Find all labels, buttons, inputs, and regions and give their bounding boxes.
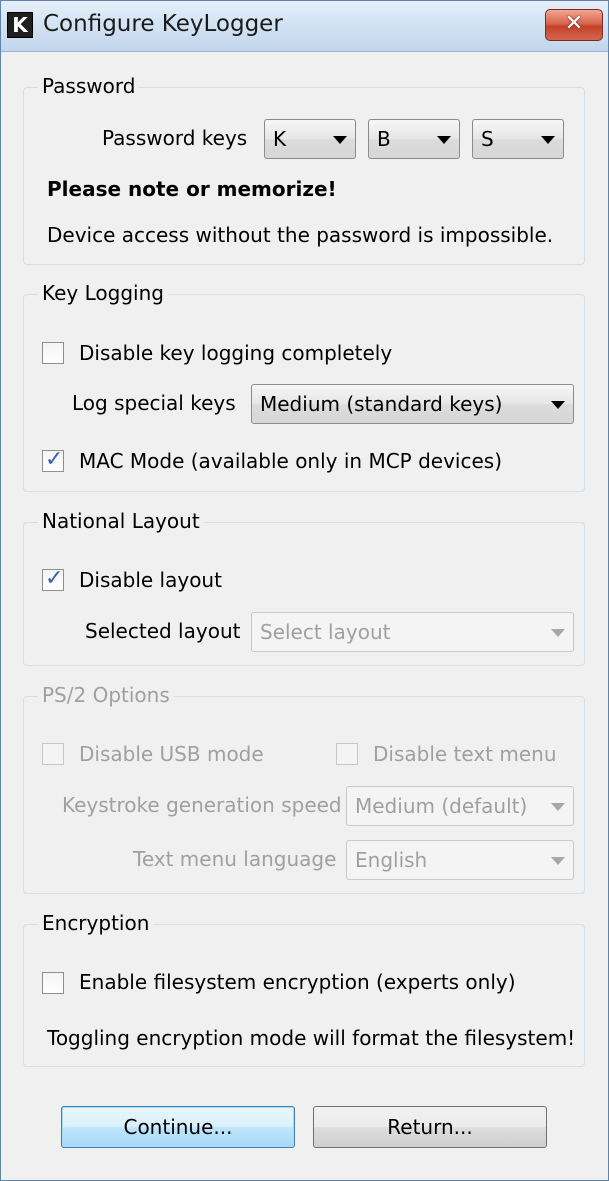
check-icon: ✓ — [45, 447, 64, 472]
keystroke-speed-select[interactable]: Medium (default) — [346, 786, 574, 826]
text-menu-language-label: Text menu language — [133, 847, 337, 871]
password-key-3-value: S — [481, 127, 494, 151]
disable-layout-label[interactable]: Disable layout — [79, 567, 222, 593]
selected-layout-select[interactable]: Select layout — [251, 612, 574, 652]
configure-keylogger-window: K Configure KeyLogger ✕ Password Passwor… — [0, 0, 609, 1181]
keystroke-speed-label: Keystroke generation speed — [62, 793, 342, 817]
chevron-down-icon — [551, 857, 565, 865]
enable-encryption-label[interactable]: Enable filesystem encryption (experts on… — [79, 969, 516, 995]
ps2-options-group: PS/2 Options Disable USB mode Disable te… — [23, 682, 585, 894]
chevron-down-icon — [333, 136, 347, 144]
password-note: Please note or memorize! — [47, 177, 337, 201]
log-special-keys-label: Log special keys — [72, 391, 236, 415]
password-key-3-select[interactable]: S — [472, 119, 564, 159]
enable-encryption-checkbox[interactable] — [42, 972, 64, 994]
app-icon: K — [7, 12, 33, 38]
return-button[interactable]: Return... — [313, 1106, 547, 1148]
disable-layout-checkbox[interactable]: ✓ — [42, 566, 64, 591]
password-key-1-select[interactable]: K — [264, 119, 356, 159]
password-key-2-value: B — [377, 127, 391, 151]
encryption-group: Encryption Enable filesystem encryption … — [23, 910, 585, 1067]
encryption-warning: Toggling encryption mode will format the… — [47, 1026, 576, 1050]
disable-key-logging-checkbox[interactable] — [42, 342, 64, 364]
title-bar[interactable]: K Configure KeyLogger ✕ — [1, 1, 608, 52]
disable-text-menu-checkbox[interactable] — [336, 743, 358, 765]
selected-layout-value: Select layout — [260, 620, 391, 644]
chevron-down-icon — [551, 629, 565, 637]
text-menu-language-select[interactable]: English — [346, 840, 574, 880]
window-title: Configure KeyLogger — [43, 11, 283, 37]
disable-usb-mode-checkbox[interactable] — [42, 743, 64, 765]
keystroke-speed-value: Medium (default) — [355, 794, 528, 818]
close-button[interactable]: ✕ — [545, 9, 603, 41]
chevron-down-icon — [541, 136, 555, 144]
log-special-keys-value: Medium (standard keys) — [260, 392, 503, 416]
password-keys-label: Password keys — [102, 126, 248, 150]
national-layout-group: National Layout ✓ Disable layout Selecte… — [23, 508, 585, 666]
check-icon: ✓ — [45, 566, 64, 591]
mac-mode-label[interactable]: MAC Mode (available only in MCP devices) — [79, 448, 502, 474]
continue-button[interactable]: Continue... — [61, 1106, 295, 1148]
ps2-options-legend: PS/2 Options — [38, 682, 174, 708]
key-logging-group: Key Logging Disable key logging complete… — [23, 280, 585, 492]
chevron-down-icon — [551, 401, 565, 409]
national-layout-legend: National Layout — [38, 508, 204, 534]
chevron-down-icon — [551, 803, 565, 811]
text-menu-language-value: English — [355, 848, 428, 872]
mac-mode-checkbox[interactable]: ✓ — [42, 447, 64, 472]
selected-layout-label: Selected layout — [85, 619, 241, 643]
password-key-2-select[interactable]: B — [368, 119, 460, 159]
chevron-down-icon — [437, 136, 451, 144]
log-special-keys-select[interactable]: Medium (standard keys) — [251, 384, 574, 424]
password-group: Password Password keys K B S Please note… — [23, 73, 585, 265]
disable-usb-mode-label: Disable USB mode — [79, 742, 264, 766]
disable-key-logging-label[interactable]: Disable key logging completely — [79, 340, 392, 366]
disable-text-menu-label: Disable text menu — [373, 742, 557, 766]
password-key-1-value: K — [273, 127, 287, 151]
encryption-legend: Encryption — [38, 910, 154, 936]
password-legend: Password — [38, 73, 140, 99]
password-warning: Device access without the password is im… — [47, 223, 554, 247]
key-logging-legend: Key Logging — [38, 280, 168, 306]
